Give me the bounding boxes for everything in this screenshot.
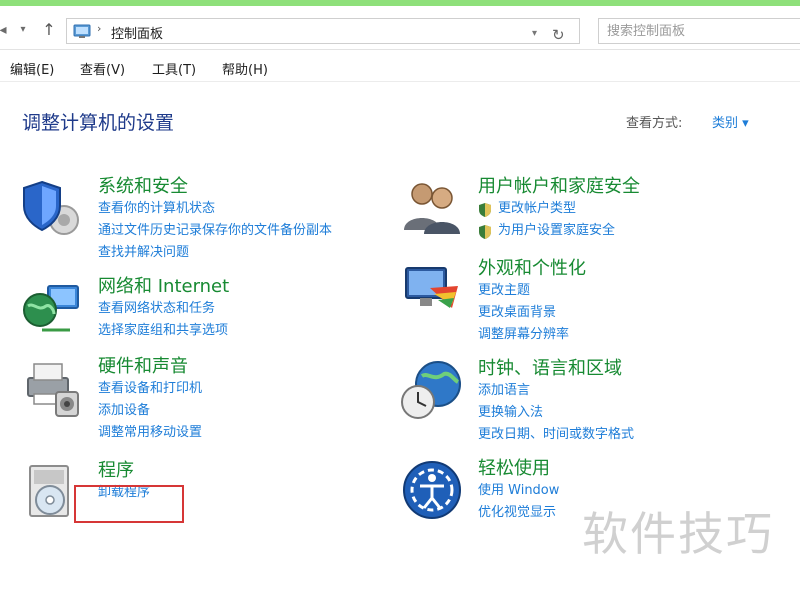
- link-date-time-format[interactable]: 更改日期、时间或数字格式: [478, 424, 634, 446]
- category-title-network-internet[interactable]: 网络和 Internet: [98, 272, 229, 298]
- system-security-shield-icon[interactable]: [20, 176, 84, 240]
- link-screen-resolution[interactable]: 调整屏幕分辨率: [478, 324, 569, 346]
- uninstall-highlight-box: [74, 485, 184, 523]
- view-by-dropdown[interactable]: 类别 ▾: [712, 112, 749, 131]
- control-panel-icon: [73, 24, 91, 38]
- category-title-hardware-sound[interactable]: 硬件和声音: [98, 352, 188, 378]
- address-path-text: 控制面板: [111, 27, 164, 42]
- recent-locations-chevron-icon[interactable]: ▾: [14, 18, 32, 42]
- link-optimize-visual-display[interactable]: 优化视觉显示: [478, 502, 559, 524]
- link-add-device[interactable]: 添加设备: [98, 400, 202, 422]
- category-title-system-security[interactable]: 系统和安全: [98, 172, 188, 198]
- link-change-account-type[interactable]: 更改帐户类型: [478, 198, 615, 220]
- appearance-monitor-icon[interactable]: [400, 258, 464, 322]
- users-icon[interactable]: [400, 176, 464, 240]
- address-path-box[interactable]: › 控制面板: [66, 18, 580, 44]
- search-input[interactable]: [607, 22, 797, 40]
- watermark-text: 软件技巧: [582, 507, 774, 561]
- link-homegroup-sharing[interactable]: 选择家庭组和共享选项: [98, 320, 228, 342]
- search-box[interactable]: [598, 18, 800, 44]
- clock-globe-icon[interactable]: [400, 358, 464, 422]
- back-arrow-icon[interactable]: ◂: [0, 18, 12, 42]
- menu-tools[interactable]: 工具(T): [152, 59, 196, 78]
- menu-help[interactable]: 帮助(H): [222, 59, 268, 78]
- category-title-clock-language-region[interactable]: 时钟、语言和区域: [478, 354, 622, 380]
- uac-shield-icon: [479, 225, 491, 239]
- address-dropdown-icon[interactable]: ▾: [532, 28, 537, 39]
- network-globe-icon[interactable]: [20, 276, 84, 340]
- path-separator-icon: ›: [97, 22, 102, 35]
- link-add-language[interactable]: 添加语言: [478, 380, 634, 402]
- uac-shield-icon: [479, 203, 491, 217]
- menu-bar: 编辑(E) 查看(V) 工具(T) 帮助(H): [0, 52, 800, 82]
- link-find-fix-problems[interactable]: 查找并解决问题: [98, 242, 332, 264]
- link-family-safety[interactable]: 为用户设置家庭安全: [478, 220, 615, 242]
- view-by-label: 查看方式:: [626, 116, 683, 131]
- menu-edit[interactable]: 编辑(E): [10, 59, 54, 78]
- link-change-account-type-label: 更改帐户类型: [498, 201, 577, 216]
- printer-speaker-icon[interactable]: [20, 356, 84, 420]
- refresh-icon[interactable]: ↻: [552, 26, 565, 44]
- category-title-programs[interactable]: 程序: [98, 456, 134, 482]
- page-title: 调整计算机的设置: [22, 112, 175, 134]
- link-network-status-tasks[interactable]: 查看网络状态和任务: [98, 298, 228, 320]
- link-mobility-settings[interactable]: 调整常用移动设置: [98, 422, 202, 444]
- category-title-appearance[interactable]: 外观和个性化: [478, 254, 586, 280]
- window-top-accent: [0, 0, 800, 6]
- address-bar: ◂ ▾ ↑ › 控制面板 ▾ ↻: [0, 10, 800, 50]
- link-devices-printers[interactable]: 查看设备和打印机: [98, 378, 202, 400]
- link-desktop-background[interactable]: 更改桌面背景: [478, 302, 569, 324]
- link-view-computer-status[interactable]: 查看你的计算机状态: [98, 198, 332, 220]
- link-file-history-backup[interactable]: 通过文件历史记录保存你的文件备份副本: [98, 220, 332, 242]
- menu-view[interactable]: 查看(V): [80, 59, 125, 78]
- ease-of-access-icon[interactable]: [400, 458, 464, 522]
- category-title-user-accounts[interactable]: 用户帐户和家庭安全: [478, 172, 640, 198]
- link-family-safety-label: 为用户设置家庭安全: [498, 223, 616, 238]
- category-title-ease-of-access[interactable]: 轻松使用: [478, 454, 550, 480]
- link-use-windows[interactable]: 使用 Window: [478, 480, 559, 502]
- link-change-theme[interactable]: 更改主题: [478, 280, 569, 302]
- up-arrow-icon[interactable]: ↑: [40, 18, 58, 42]
- link-change-input-method[interactable]: 更换输入法: [478, 402, 634, 424]
